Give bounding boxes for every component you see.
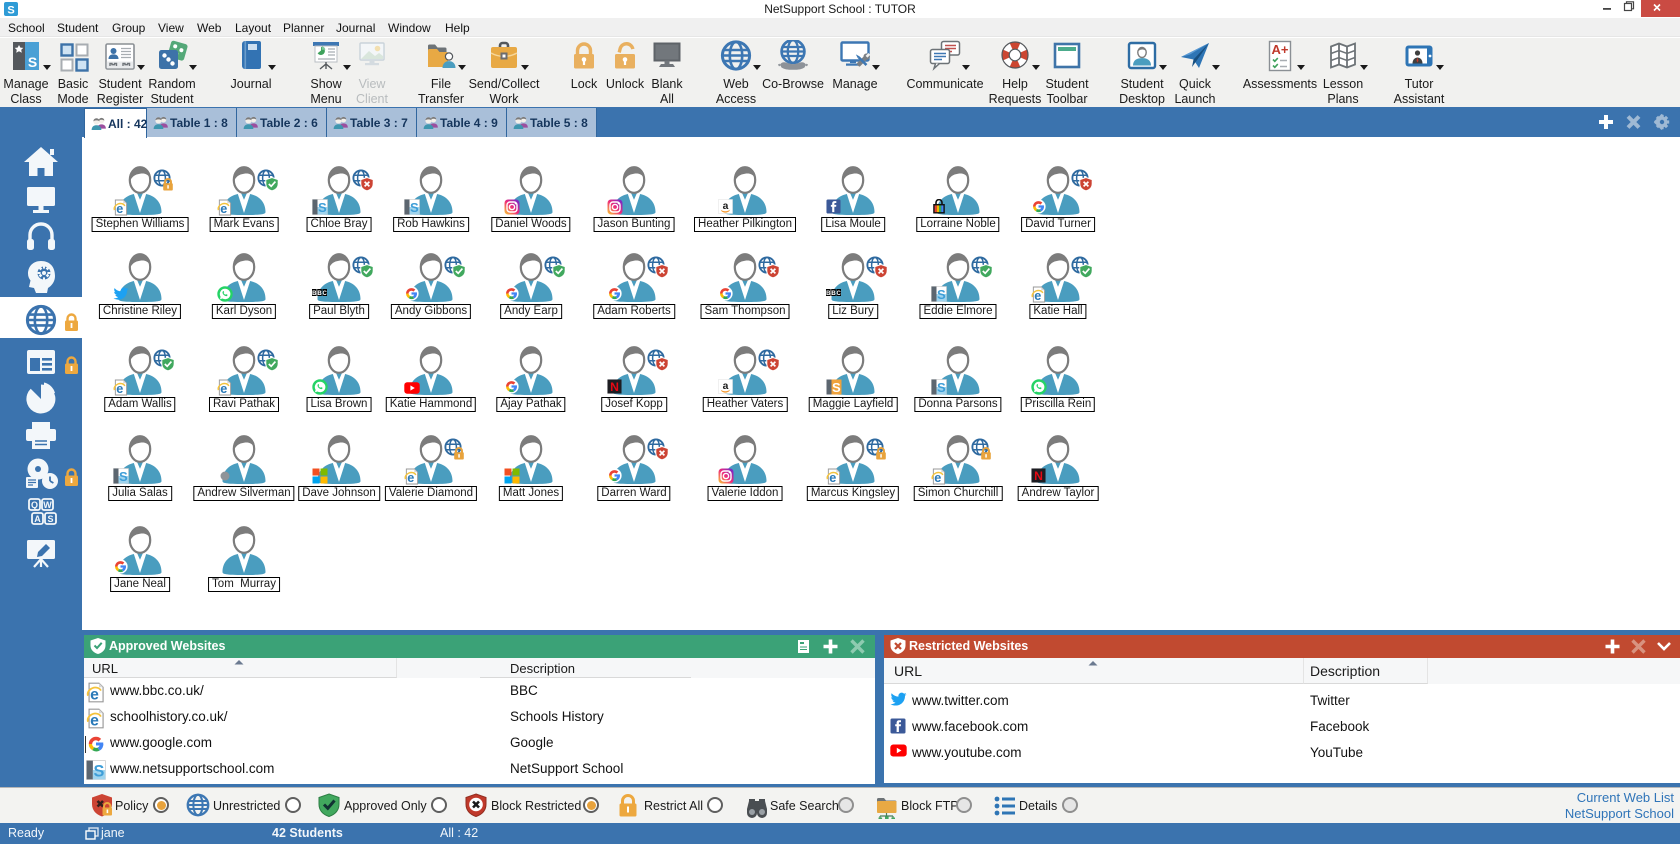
svg-text:S: S: [28, 54, 37, 70]
svg-text:Q: Q: [31, 500, 38, 510]
svg-text:W: W: [43, 500, 52, 510]
svg-text:A: A: [34, 514, 41, 524]
svg-text:A+: A+: [1272, 42, 1289, 57]
svg-text:S: S: [47, 514, 53, 524]
